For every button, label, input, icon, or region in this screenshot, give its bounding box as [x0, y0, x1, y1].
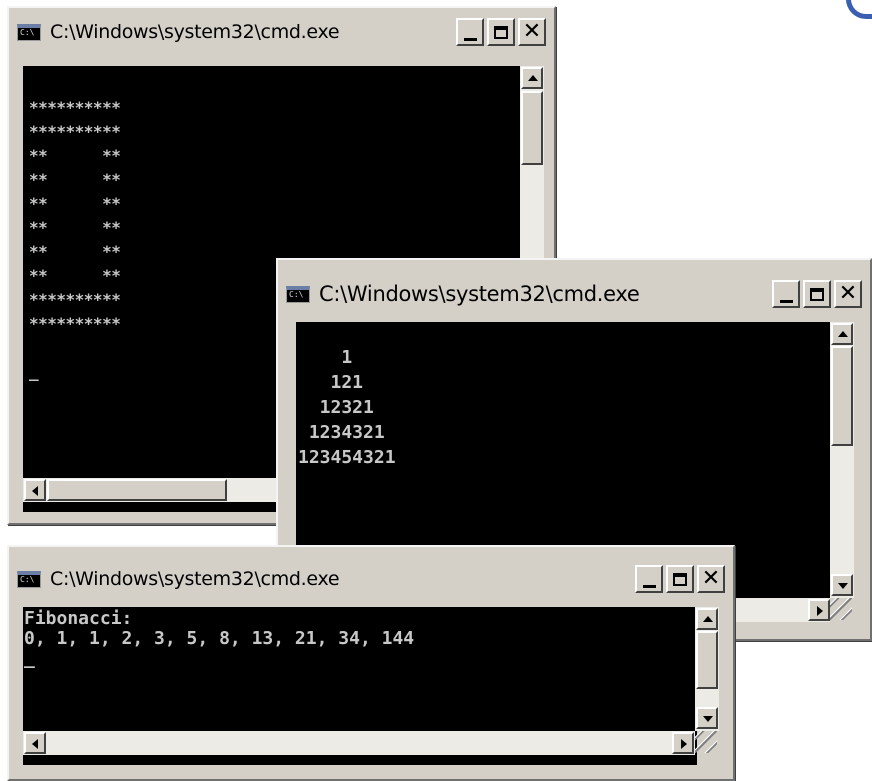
scroll-up-button[interactable] [521, 67, 543, 89]
scroll-thumb[interactable] [47, 479, 227, 501]
maximize-icon [494, 25, 508, 39]
arrow-left-icon [32, 486, 38, 496]
scroll-down-button[interactable] [696, 707, 718, 729]
resize-grip[interactable] [695, 731, 717, 753]
console-output: 1 121 12321 1234321 123454321 [298, 347, 396, 468]
maximize-button[interactable] [666, 565, 694, 593]
maximize-button[interactable] [803, 280, 831, 308]
scroll-down-button[interactable] [831, 574, 853, 596]
arrow-right-icon [681, 739, 687, 749]
close-icon: ✕ [701, 566, 721, 591]
window-title: C:\Windows\system32\cmd.exe [50, 568, 340, 590]
console-output: Fibonacci: 0, 1, 1, 2, 3, 5, 8, 13, 21, … [24, 608, 415, 669]
resize-grip[interactable] [830, 598, 852, 620]
cmd-app-icon: C:\ [286, 285, 310, 303]
arrow-up-icon [838, 331, 848, 337]
scroll-up-button[interactable] [831, 323, 853, 345]
cmd-app-icon: C:\ [17, 23, 41, 41]
scroll-up-button[interactable] [696, 608, 718, 630]
scroll-thumb[interactable] [696, 631, 718, 689]
scroll-thumb[interactable] [831, 346, 853, 446]
scroll-left-button[interactable] [24, 479, 46, 501]
minimize-icon [463, 37, 477, 41]
window-title: C:\Windows\system32\cmd.exe [319, 282, 640, 306]
minimize-button[interactable] [456, 18, 484, 46]
arrow-up-icon [528, 75, 538, 81]
horizontal-scrollbar[interactable] [23, 731, 695, 755]
arrow-left-icon [32, 739, 38, 749]
arrow-up-icon [703, 616, 713, 622]
minimize-button[interactable] [772, 280, 800, 308]
maximize-icon [673, 572, 687, 586]
close-icon: ✕ [838, 281, 858, 306]
close-button[interactable]: ✕ [518, 18, 546, 46]
arrow-right-icon [817, 606, 823, 616]
scroll-right-button[interactable] [808, 599, 830, 621]
title-bar[interactable]: C:\ C:\Windows\system32\cmd.exe ✕ [15, 14, 548, 50]
scroll-left-button[interactable] [24, 732, 46, 754]
vertical-scrollbar[interactable] [830, 322, 854, 598]
close-icon: ✕ [522, 19, 542, 44]
scroll-thumb[interactable] [521, 91, 543, 165]
cmd-window-fibonacci[interactable]: C:\ C:\Windows\system32\cmd.exe ✕ Fibona… [7, 545, 735, 781]
arrow-down-icon [838, 583, 848, 589]
minimize-button[interactable] [635, 565, 663, 593]
scroll-right-button[interactable] [672, 732, 694, 754]
minimize-icon [779, 299, 793, 303]
close-button[interactable]: ✕ [697, 565, 725, 593]
horizontal-scrollbar[interactable] [730, 598, 830, 622]
cmd-app-icon: C:\ [17, 570, 41, 588]
minimize-icon [642, 584, 656, 588]
maximize-icon [810, 287, 824, 301]
window-title: C:\Windows\system32\cmd.exe [50, 21, 340, 43]
vertical-scrollbar[interactable] [695, 607, 719, 731]
title-bar[interactable]: C:\ C:\Windows\system32\cmd.exe ✕ [284, 276, 864, 312]
maximize-button[interactable] [487, 18, 515, 46]
corner-decoration [846, 0, 872, 19]
title-bar[interactable]: C:\ C:\Windows\system32\cmd.exe ✕ [15, 561, 727, 597]
arrow-down-icon [703, 716, 713, 722]
close-button[interactable]: ✕ [834, 280, 862, 308]
